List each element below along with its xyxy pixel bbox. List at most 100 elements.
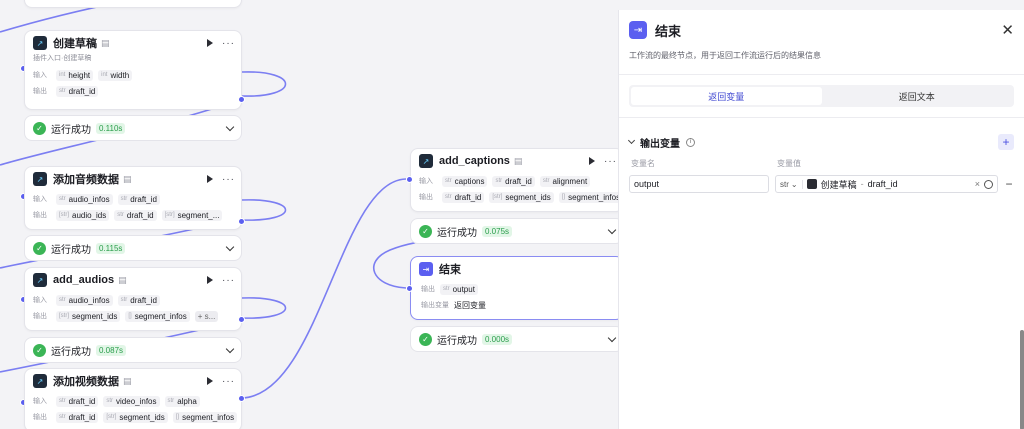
param-chip: str draft_id [442,191,485,203]
param-chip: [] segment_infos [125,310,190,322]
param-chip: str draft_id [56,411,99,423]
check-icon: ✓ [33,121,46,135]
run-status[interactable]: ✓ 运行成功 0.110s [24,115,242,141]
return-mode-tabs: 返回变量 返回文本 [629,85,1014,107]
run-time: 0.000s [482,333,513,345]
param-chip: + s... [194,310,219,322]
tab-return-text[interactable]: 返回文本 [822,87,1013,105]
run-status[interactable]: ✓ 运行成功 0.000s [410,326,620,352]
node-add-audios[interactable]: ↗ add_audios ▤ ··· 输入 str audio_infos str… [24,267,242,331]
run-button[interactable] [207,276,213,284]
output-port[interactable] [238,395,245,402]
more-button[interactable]: ··· [222,174,235,185]
plugin-icon: ↗ [33,172,47,186]
col-header-name: 变量名 [631,159,655,168]
run-status[interactable]: ✓ 运行成功 0.115s [24,235,242,261]
param-chip: str draft_id [56,395,99,407]
variable-name-input[interactable]: output [629,175,769,193]
run-status[interactable]: ✓ 运行成功 0.087s [24,337,242,363]
run-button[interactable] [207,175,213,183]
more-button[interactable]: ··· [222,376,235,387]
more-button[interactable]: ··· [604,156,617,167]
output-port[interactable] [238,316,245,323]
section-title: 输出变量 [640,138,680,150]
param-chip: str draft_id [56,85,99,97]
param-chip: [] segment_infos [558,191,620,203]
param-chip: int height [56,69,94,81]
run-button[interactable] [207,377,213,385]
param-chip: str draft_id [117,294,160,306]
node-title: 添加视频数据 [53,376,119,388]
inputs-label: 输入 [419,178,433,185]
type-select[interactable]: str ⌄ [780,179,803,189]
check-icon: ✓ [33,343,46,357]
node-add-audio-data[interactable]: ↗ 添加音频数据 ▤ ··· 输入 str audio_infos str draf… [24,166,242,230]
more-button[interactable]: ··· [222,275,235,286]
node-settings-panel: ⇥ 结束 ✕ 工作流的最终节点，用于返回工作流运行后的结果信息 返回变量 返回文… [618,10,1024,429]
doc-icon: ▤ [118,274,127,285]
param-chip: str alignment [539,175,591,187]
param-chip: [str] segment_ids [489,191,554,203]
outputs-label: 输出 [33,414,47,421]
scrollbar[interactable] [1020,330,1024,429]
param-chip: str draft_id [492,175,535,187]
param-chip: int width [98,69,133,81]
outputs-label: 输出 [33,88,47,95]
check-icon: ✓ [419,224,432,238]
inputs-label: 输入 [33,72,47,79]
mode-value: 返回变量 [454,300,486,310]
chevron-down-icon[interactable] [225,344,235,353]
check-icon: ✓ [419,332,432,346]
plugin-icon: ↗ [33,36,47,50]
remove-variable-button[interactable]: − [1004,177,1014,191]
node-subtitle: 插件入口·创建草稿 [33,55,92,62]
inputs-label: 输入 [33,398,47,405]
node-add-video-data[interactable]: ↗ 添加视频数据 ▤ ··· 输入 str draft_id str video_i… [24,368,242,429]
inputs-label: 输入 [33,196,47,203]
panel-title: 结束 [655,23,682,39]
input-port[interactable] [406,176,413,183]
info-icon[interactable]: i [686,137,695,147]
mode-label: 输出变量 [421,302,449,309]
output-port[interactable] [238,96,245,103]
plugin-icon: ↗ [33,374,47,388]
tab-return-variable[interactable]: 返回变量 [631,87,822,105]
variable-value-selector[interactable]: str ⌄ 创建草稿 - draft_id × [775,175,998,193]
ref-node-name: 创建草稿 [820,179,857,190]
plugin-icon: ↗ [33,273,47,287]
chevron-down-icon[interactable] [225,122,235,131]
clock-icon[interactable] [984,179,993,189]
param-chip: [str] segment_ids [103,411,168,423]
run-status[interactable]: ✓ 运行成功 0.075s [410,218,620,244]
outputs-label: 输出 [33,212,47,219]
run-time: 0.087s [96,344,127,356]
exit-icon: ⇥ [419,262,433,276]
add-variable-button[interactable]: + [998,134,1014,150]
divider [619,117,1024,118]
output-port[interactable] [238,218,245,225]
edge [241,71,287,97]
chevron-down-icon[interactable] [607,333,617,342]
more-button[interactable]: ··· [222,38,235,49]
chevron-down-icon[interactable] [225,242,235,251]
input-port[interactable] [406,285,413,292]
chevron-down-icon[interactable] [627,136,636,145]
ref-variable: draft_id [867,179,898,189]
node-add-captions[interactable]: ↗ add_captions ▤ ··· 输入 str captions str d… [410,148,620,212]
col-header-value: 变量值 [777,159,801,168]
node-end[interactable]: ⇥ 结束 输出 str output 输出变量 返回变量 [410,256,620,320]
run-button[interactable] [207,39,213,47]
node-create-draft[interactable]: ↗ 创建草稿 ▤ ··· 插件入口·创建草稿 输入 int height int w… [24,30,242,110]
clear-icon[interactable]: × [975,179,980,189]
edge [241,297,287,319]
chevron-down-icon[interactable] [607,225,617,234]
panel-description: 工作流的最终节点，用于返回工作流运行后的结果信息 [629,51,821,60]
run-button[interactable] [589,157,595,165]
param-chip: str video_infos [103,395,160,407]
workflow-canvas[interactable]: ↗ 创建草稿 ▤ ··· 插件入口·创建草稿 输入 int height int w… [0,0,620,429]
close-icon[interactable]: ✕ [1001,21,1014,39]
param-chip: str captions [442,175,488,187]
node-title: 添加音频数据 [53,174,119,186]
node-title: add_audios [53,274,115,286]
plugin-icon [806,179,817,189]
